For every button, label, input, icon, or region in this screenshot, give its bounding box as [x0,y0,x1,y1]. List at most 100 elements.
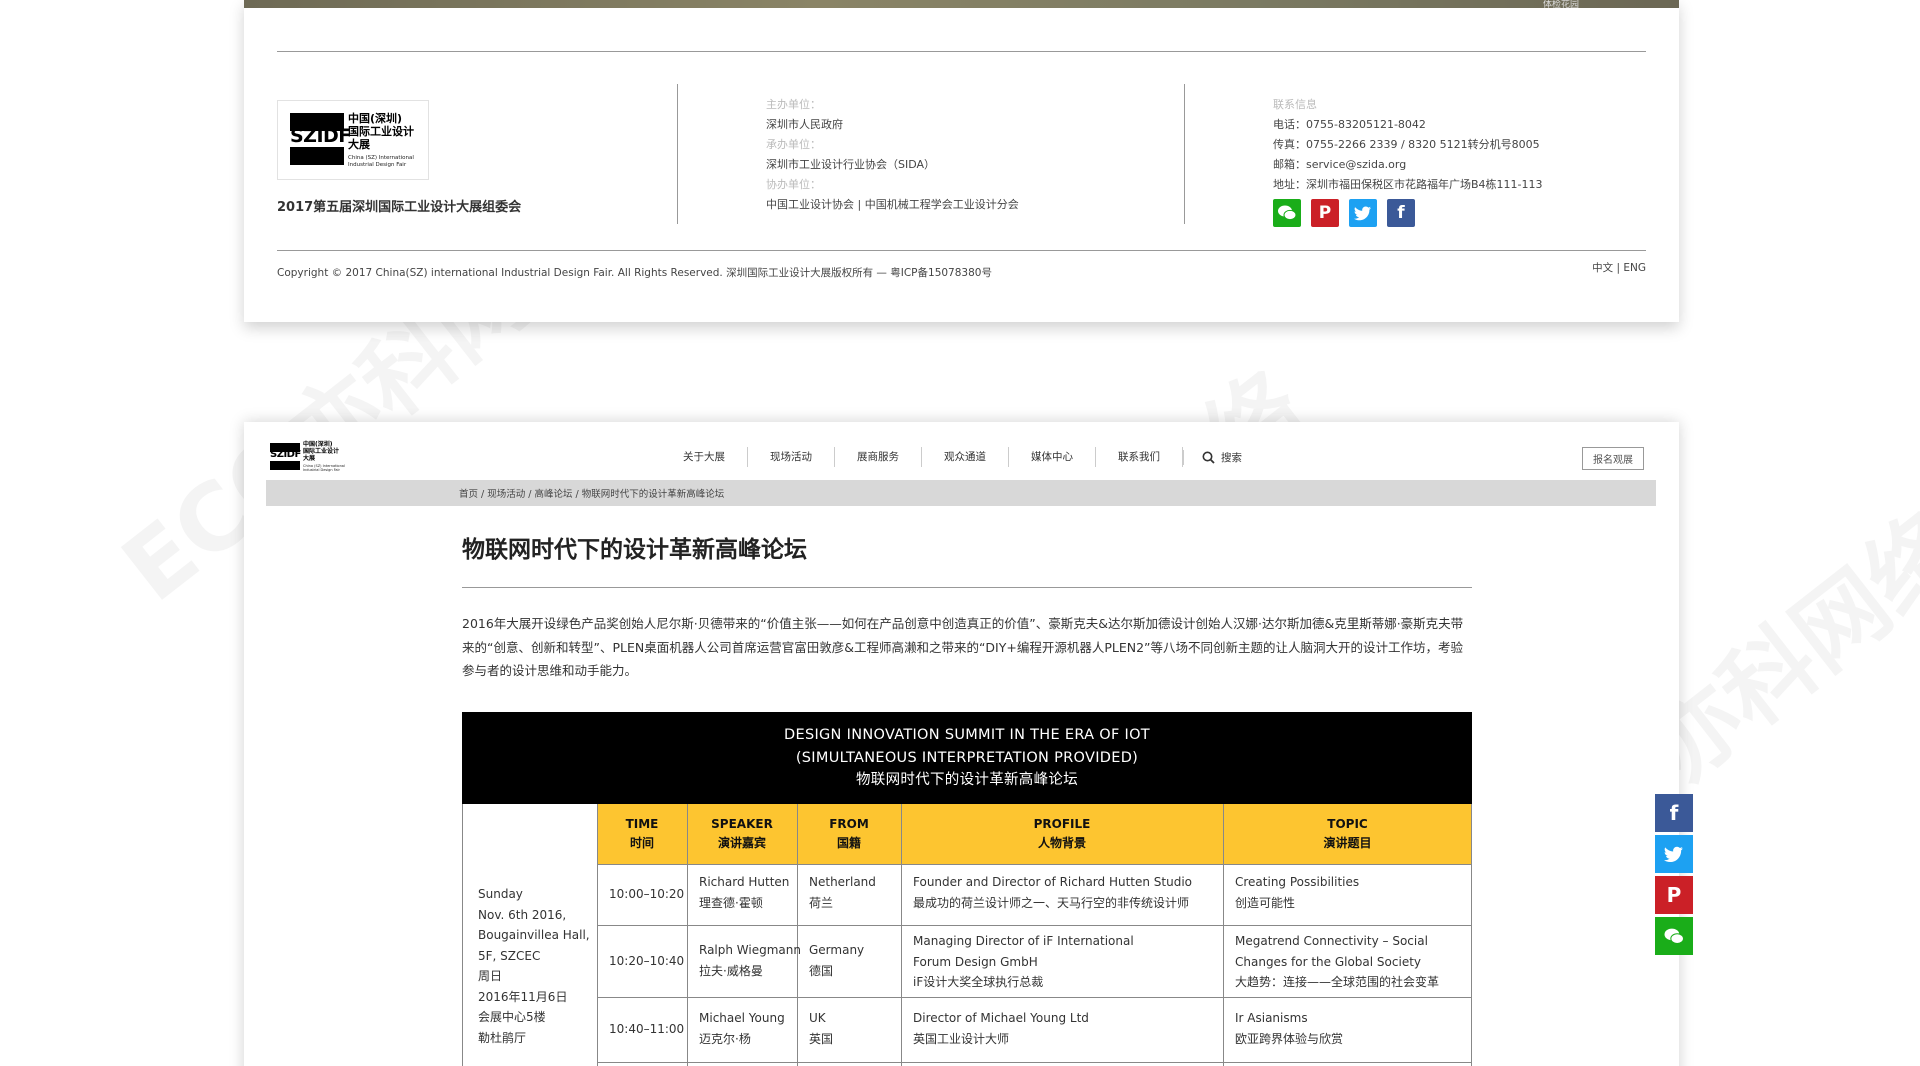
logo-cn-line: 国际工业设计 [348,125,414,138]
undertake-value: 深圳市工业设计行业协会（SIDA） [766,158,936,171]
table-row-topic: Megatrend Connectivity – Social Changes f… [1235,934,1440,989]
logo-en-line: China (SZ) International [348,155,414,161]
venue-cell: Sunday Nov. 6th 2016, Bougainvillea Hall, 5… [478,887,590,1045]
logo-cn-line: 大展 [348,138,370,151]
table-row-from: UK 英国 [809,1011,834,1046]
nav-menu: 关于大展 现场活动 展商服务 观众通道 媒体中心 联系我们 搜索 [661,434,1260,480]
szidf-logo[interactable]: SZIDF 中国(深圳) 国际工业设计 大展 China (SZ) Intern… [277,100,429,180]
grid-line [797,804,798,1066]
col-header-speaker: SPEAKER 演讲嘉宾 [687,804,797,864]
wechat-icon[interactable] [1273,199,1301,227]
logo-cn-line: 大展 [303,455,316,462]
schedule-table: DESIGN INNOVATION SUMMIT IN THE ERA OF I… [462,712,1472,1066]
facebook-icon[interactable]: f [1655,794,1693,832]
grid-line [597,804,598,1066]
nav-item-events[interactable]: 现场活动 [748,447,835,467]
contact-email[interactable]: 邮箱：service@szida.org [1273,155,1543,175]
schedule-header: DESIGN INNOVATION SUMMIT IN THE ERA OF I… [462,712,1472,804]
undertake-label: 承办单位： [766,138,821,151]
wechat-icon[interactable] [1655,917,1693,955]
site-footer-preview: 体检花园 SZIDF 中国(深圳) 国际工业设计 大展 China (SZ) I… [244,0,1679,322]
logo-wordmark: SZIDF [270,449,301,460]
grid-line [1223,804,1224,1066]
divider [677,84,678,224]
table-row-speaker: Ralph Wiegmann 拉夫·威格曼 [699,943,801,978]
share-bar: f P [1655,794,1693,958]
breadcrumb-text[interactable]: 首页 / 现场活动 / 高峰论坛 / 物联网时代下的设计革新高峰论坛 [459,486,724,500]
nav-item-contact[interactable]: 联系我们 [1096,447,1183,467]
nav-item-exhibitor[interactable]: 展商服务 [835,447,922,467]
schedule-note: (SIMULTANEOUS INTERPRETATION PROVIDED) [795,749,1139,766]
cohost-label: 协办单位： [766,178,821,191]
organizer-committee: 2017第五届深圳国际工业设计大展组委会 [277,200,522,215]
organizers-info: 主办单位： 深圳市人民政府 承办单位： 深圳市工业设计行业协会（SIDA） 协办… [766,95,1019,215]
social-links: P f [1273,199,1415,227]
host-label: 主办单位： [766,98,821,111]
grid-line [597,864,1472,865]
schedule-title-cn: 物联网时代下的设计革新高峰论坛 [856,772,1078,788]
table-row-topic: Creating Possibilities 创造可能性 [1235,875,1360,910]
col-header-from: FROM 国籍 [797,804,901,864]
nav-item-media[interactable]: 媒体中心 [1009,447,1096,467]
grid-line [462,804,463,1066]
table-row-from: Germany 德国 [809,943,865,978]
cohost-value: 中国工业设计协会 | 中国机械工程学会工业设计分会 [766,198,1019,211]
table-row-profile: Founder and Director of Richard Hutten S… [913,875,1193,910]
grid-line [597,925,1472,926]
twitter-icon[interactable] [1655,835,1693,873]
search-icon [1202,451,1215,464]
schedule-body: TIME 时间 SPEAKER 演讲嘉宾 FROM 国籍 PROFILE 人物背景 TO… [462,804,1472,1066]
table-row-profile: Managing Director of iF International For… [913,934,1134,989]
article-page-preview: SZIDF 中国(深圳) 国际工业设计 大展 China (SZ) Intern… [244,422,1679,1066]
grid-line [597,1062,1472,1063]
breadcrumb: 首页 / 现场活动 / 高峰论坛 / 物联网时代下的设计革新高峰论坛 [266,480,1656,506]
logo-wordmark: SZIDF [290,125,351,147]
register-button[interactable]: 报名观展 [1582,447,1644,470]
table-row-from: Netherland 荷兰 [809,875,876,910]
table-row-speaker: Richard Hutten 理查德·霍顿 [699,875,790,910]
table-row-time: 10:20–10:40 [609,954,685,968]
search-button[interactable]: 搜索 [1183,449,1260,465]
contact-heading: 联系信息 [1273,98,1317,111]
table-row-time: 10:40–11:00 [609,1022,685,1036]
copyright-text: Copyright © 2017 China(SZ) international… [277,267,992,279]
contact-fax: 传真：0755-2266 2339 / 8320 5121转分机号8005 [1273,138,1540,151]
nav-item-about[interactable]: 关于大展 [661,447,748,467]
page-title: 物联网时代下的设计革新高峰论坛 [462,537,807,563]
grid-line [687,804,688,1066]
logo-en-line: Industrial Design Fair [303,468,340,472]
host-value: 深圳市人民政府 [766,118,843,131]
divider [277,250,1646,251]
grid-line [597,997,1472,998]
col-header-topic: TOPIC 演讲题目 [1223,804,1472,864]
table-row-speaker: Michael Young 迈克尔·杨 [699,1011,785,1046]
contact-address: 地址：深圳市福田保税区市花路福年广场B4栋111-113 [1273,178,1543,191]
map-strip: 体检花园 [244,0,1679,10]
divider [1184,84,1185,224]
szidf-logo[interactable]: SZIDF 中国(深圳) 国际工业设计 大展 China (SZ) Intern… [270,438,352,476]
divider [277,51,1646,52]
top-navigation: SZIDF 中国(深圳) 国际工业设计 大展 China (SZ) Intern… [266,434,1656,480]
language-switch[interactable]: 中文 | ENG [1592,260,1646,275]
logo-black-bar [290,147,344,165]
twitter-icon[interactable] [1349,199,1377,227]
nav-item-visitors[interactable]: 观众通道 [922,447,1009,467]
grid-line [1471,804,1472,1066]
contact-info: 联系信息 电话：0755-83205121-8042 传真：0755-2266 … [1273,95,1543,195]
schedule-title-en: DESIGN INNOVATION SUMMIT IN THE ERA OF I… [784,727,1150,743]
logo-black-bar [270,461,300,470]
table-row-topic: Ir Asianisms 欧亚跨界体验与欣赏 [1235,1011,1344,1046]
contact-phone: 电话：0755-83205121-8042 [1273,118,1426,131]
pinterest-icon[interactable]: P [1311,199,1339,227]
facebook-icon[interactable]: f [1387,199,1415,227]
map-label: 体检花园 [1542,0,1579,10]
table-row-time: 10:00–10:20 [609,887,685,901]
col-header-time: TIME 时间 [597,804,687,864]
pinterest-icon[interactable]: P [1655,876,1693,914]
logo-en-line: Industrial Design Fair [348,162,407,168]
article-intro: 2016年大展开设绿色产品奖创始人尼尔斯·贝德带来的“价值主张——如何在产品创意… [462,616,1464,678]
search-label: 搜索 [1221,451,1242,464]
logo-cn-line: 中国(深圳) [348,112,403,125]
table-row-profile: Director of Michael Young Ltd 英国工业设计大师 [913,1011,1089,1046]
grid-line [901,804,902,1066]
